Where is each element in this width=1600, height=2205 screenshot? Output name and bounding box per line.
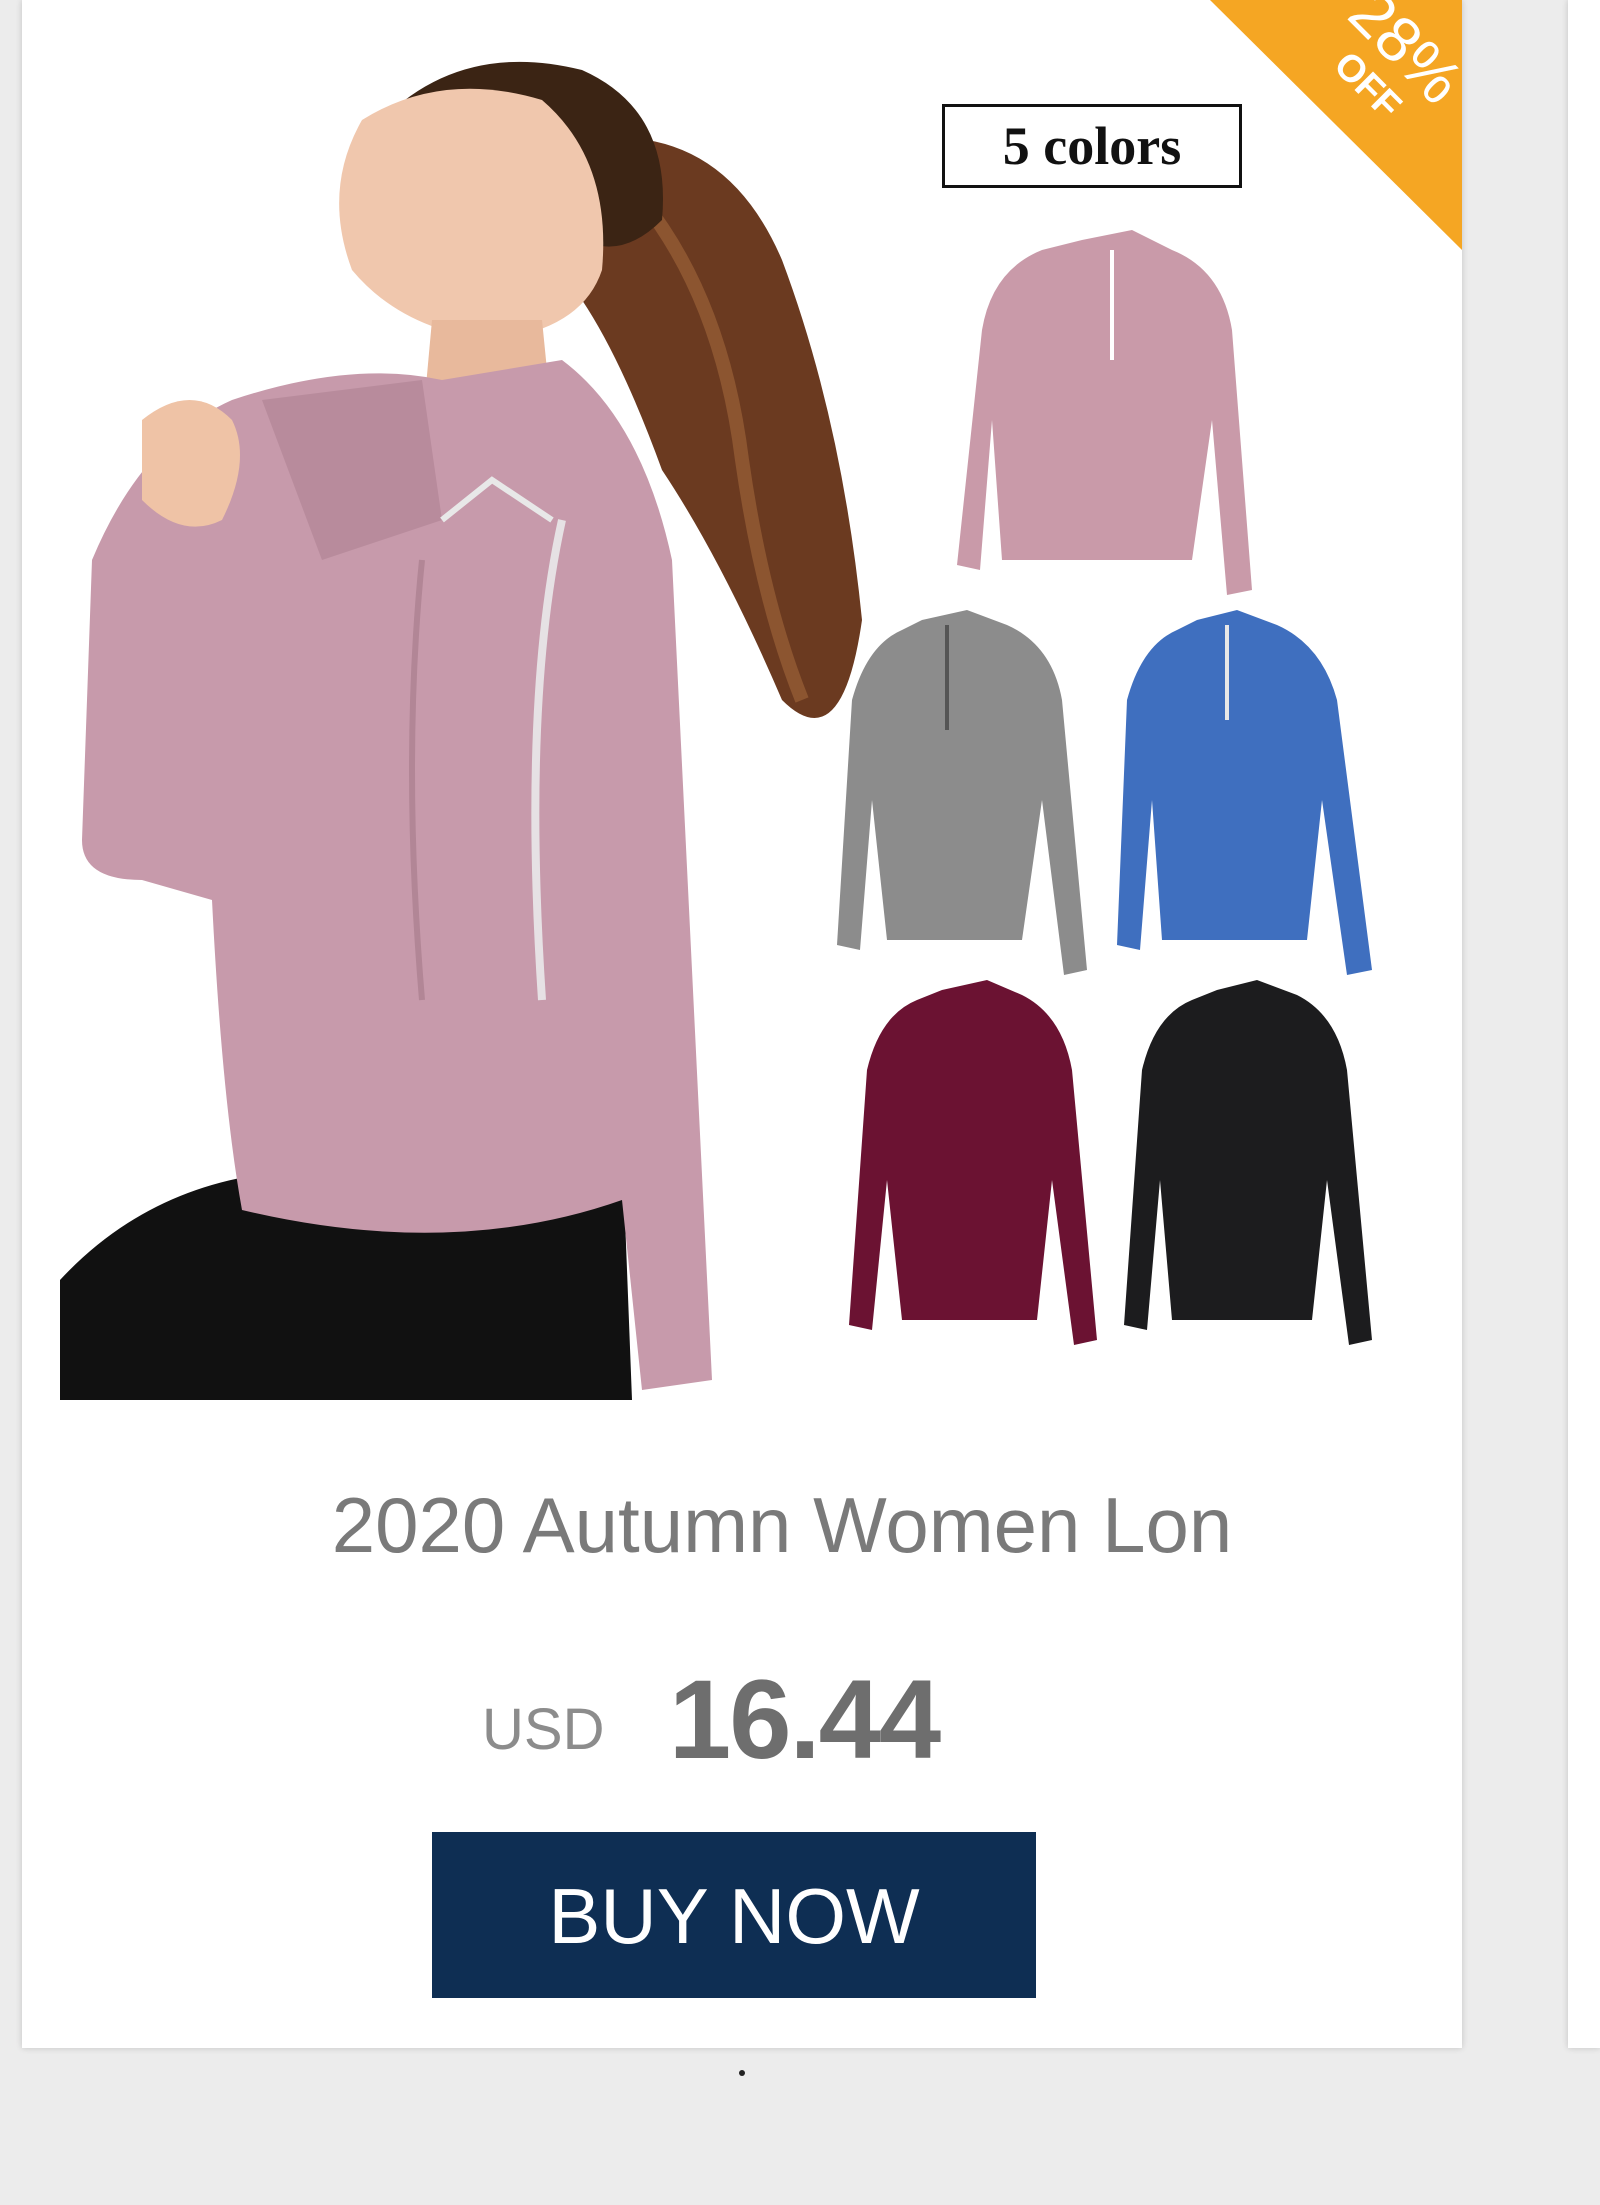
price-amount: 16.44 — [668, 1657, 941, 1782]
buy-now-button[interactable]: BUY NOW — [432, 1832, 1036, 1998]
model-photo — [60, 61, 862, 1400]
color-swatch-pink — [957, 230, 1252, 595]
product-title[interactable]: 2020 Autumn Women Lon — [22, 1480, 1462, 1571]
price: USD 16.44 — [482, 1657, 941, 1782]
color-swatch-burgundy — [849, 980, 1097, 1345]
discount-badge-shape — [1210, 0, 1462, 250]
color-swatch-gray — [837, 610, 1087, 975]
dot-indicator-icon[interactable] — [739, 2070, 745, 2076]
product-image[interactable] — [22, 0, 1462, 1420]
next-product-card[interactable] — [1568, 0, 1600, 2048]
product-card[interactable]: 28% OFF 5 colors 2020 Autumn Women Lon U… — [22, 0, 1462, 2048]
color-swatch-black — [1124, 980, 1372, 1345]
colors-count-label: 5 colors — [942, 104, 1242, 188]
price-currency: USD — [482, 1697, 605, 1762]
color-swatch-blue — [1117, 610, 1372, 975]
model-face — [339, 88, 604, 340]
model-hand — [142, 400, 240, 527]
